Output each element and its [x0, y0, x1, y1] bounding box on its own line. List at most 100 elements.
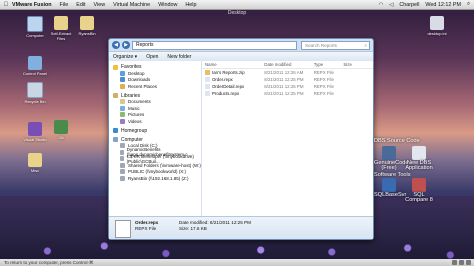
explorer-body: Favorites Desktop Downloads Recent Place…	[109, 61, 373, 217]
details-size: Size: 17.6 KB	[179, 226, 207, 231]
organize-button[interactable]: Organize ▾	[113, 54, 137, 60]
new-dbs-application-item[interactable]: New DBS Application	[404, 146, 434, 171]
right-icons: GenuineCode (Free) New DBS Application	[374, 146, 434, 171]
file-row[interactable]: Ian's Reports.zip 8/21/2011 12:26 AM REP…	[202, 69, 373, 76]
folder-icon	[80, 16, 94, 30]
details-file-type: REPX File	[135, 226, 157, 231]
videos-icon	[120, 118, 125, 124]
star-icon	[113, 64, 118, 70]
menu-view[interactable]: View	[94, 2, 106, 8]
menu-help[interactable]: Help	[185, 2, 196, 8]
drive-icon	[120, 143, 125, 149]
spotlight-icon[interactable]: ⌕	[467, 1, 470, 8]
search-input[interactable]: Search Reports ⌕	[301, 40, 370, 50]
app-icon	[382, 146, 396, 160]
nav-item-shared-folders[interactable]: Shared Folders (\\vmware-host) (W:)	[109, 162, 201, 169]
file-list: Name Date modified Type Size Ian's Repor…	[202, 61, 373, 217]
file-icon	[205, 91, 210, 97]
desktop-icon-git[interactable]: Git	[46, 120, 76, 140]
desktop-icon-desktop-ini[interactable]: desktop.ini	[422, 16, 452, 36]
database-icon	[382, 178, 396, 192]
recent-places-icon	[120, 83, 125, 89]
right-desktop-group: DBS Source Code GenuineCode (Free) New D…	[374, 138, 434, 203]
music-icon	[120, 105, 125, 111]
computer-icon	[113, 137, 118, 142]
explorer-window[interactable]: ◀ ▶ Reports Search Reports ⌕ Organize ▾ O…	[108, 38, 374, 240]
disk-icon[interactable]	[459, 260, 464, 265]
folder-icon	[54, 16, 68, 30]
network-drive-icon	[120, 169, 125, 175]
recycle-bin-icon	[27, 82, 43, 98]
network-drive-icon	[120, 156, 124, 162]
git-icon	[54, 120, 68, 134]
file-row[interactable]: OrderDetail.repx 8/21/2011 12:25 PM REPX…	[202, 83, 373, 90]
file-row[interactable]: Products.repx 8/21/2011 12:25 PM REPX Fi…	[202, 90, 373, 97]
file-row[interactable]: Order.repx 8/21/2011 12:25 PM REPX File	[202, 76, 373, 83]
homegroup-icon	[113, 128, 118, 133]
genuinecode-icon-item[interactable]: GenuineCode (Free)	[374, 146, 409, 171]
download-icon	[120, 77, 125, 83]
visual-studio-icon	[28, 122, 42, 136]
mac-menubar:  VMware Fusion File Edit View Virtual M…	[0, 0, 474, 10]
nav-item-recent-places[interactable]: Recent Places	[109, 83, 201, 90]
dbs-source-code-label: DBS Source Code	[374, 138, 420, 144]
pictures-icon	[120, 112, 125, 118]
column-name[interactable]: Name	[202, 62, 264, 67]
menubar-status-area: ◠ ◁ Charpell Wed 12:12 PM ⌕	[372, 1, 474, 8]
file-icon	[430, 16, 444, 30]
menu-edit[interactable]: Edit	[76, 2, 85, 8]
apple-menu-icon[interactable]: 	[0, 2, 12, 8]
forward-icon[interactable]: ▶	[122, 41, 130, 49]
nav-item-ryansbin[interactable]: RyansBin (\\192.168.1.85) (Z:)	[109, 175, 201, 182]
compare-icon	[412, 178, 426, 192]
file-icon	[205, 84, 210, 90]
volume-icon[interactable]: ◁	[389, 2, 393, 8]
menu-window[interactable]: Window	[158, 2, 177, 8]
documents-icon	[120, 99, 125, 105]
new-folder-button[interactable]: New folder	[167, 54, 191, 60]
network-drive-icon	[120, 162, 125, 168]
desktop-icon	[120, 70, 125, 76]
sql-compare-item[interactable]: SQL Compare 8	[404, 178, 434, 203]
desktop-icon-misc[interactable]: Misc	[20, 153, 50, 173]
network-icon[interactable]	[452, 260, 457, 265]
details-pane: Order.repx REPX File Date modified: 8/21…	[109, 216, 373, 239]
computer-icon	[27, 16, 43, 32]
nav-homegroup[interactable]: Homegroup	[109, 128, 201, 134]
status-text: To return to your computer, press Contro…	[4, 260, 94, 265]
control-panel-icon	[28, 56, 42, 70]
address-text: Reports	[136, 41, 154, 48]
user-name[interactable]: Charpell	[399, 2, 419, 8]
zip-file-icon	[205, 70, 210, 76]
network-drive-icon	[120, 175, 125, 181]
sqlbasesvr-item[interactable]: SQLBaseSvr	[374, 178, 406, 203]
nav-item-videos[interactable]: Videos	[109, 118, 201, 125]
usb-icon[interactable]	[466, 260, 471, 265]
folder-icon	[28, 153, 42, 167]
desktop-icon-recycle-bin[interactable]: Recycle Bin	[20, 82, 50, 104]
address-bar[interactable]: Reports	[132, 40, 297, 50]
desktop-icon-control-panel[interactable]: Control Panel	[20, 56, 50, 76]
clock[interactable]: Wed 12:12 PM	[425, 2, 461, 8]
open-button[interactable]: Open	[146, 54, 158, 60]
menu-file[interactable]: File	[60, 2, 69, 8]
desktop-icon-ryansbin[interactable]: RyansBin	[72, 16, 102, 36]
library-icon	[113, 93, 118, 98]
tools-icons: SQLBaseSvr SQL Compare 8	[374, 178, 434, 203]
wifi-icon[interactable]: ◠	[378, 2, 383, 8]
back-icon[interactable]: ◀	[112, 41, 120, 49]
status-tray	[451, 259, 472, 266]
network-drive-icon	[120, 149, 124, 155]
vm-status-bar: To return to your computer, press Contro…	[0, 259, 474, 266]
explorer-address-bar-row: ◀ ▶ Reports Search Reports ⌕	[109, 39, 373, 51]
file-list-header: Name Date modified Type Size	[202, 61, 373, 69]
search-icon: ⌕	[364, 42, 367, 48]
file-icon	[115, 220, 131, 238]
details-file-name: Order.repx	[135, 220, 159, 225]
column-date-modified[interactable]: Date modified	[264, 62, 313, 67]
menu-virtual-machine[interactable]: Virtual Machine	[113, 2, 150, 8]
app-icon	[412, 146, 426, 160]
menu-app[interactable]: VMware Fusion	[12, 2, 52, 8]
column-type[interactable]: Type	[314, 62, 344, 67]
column-size[interactable]: Size	[343, 62, 373, 67]
